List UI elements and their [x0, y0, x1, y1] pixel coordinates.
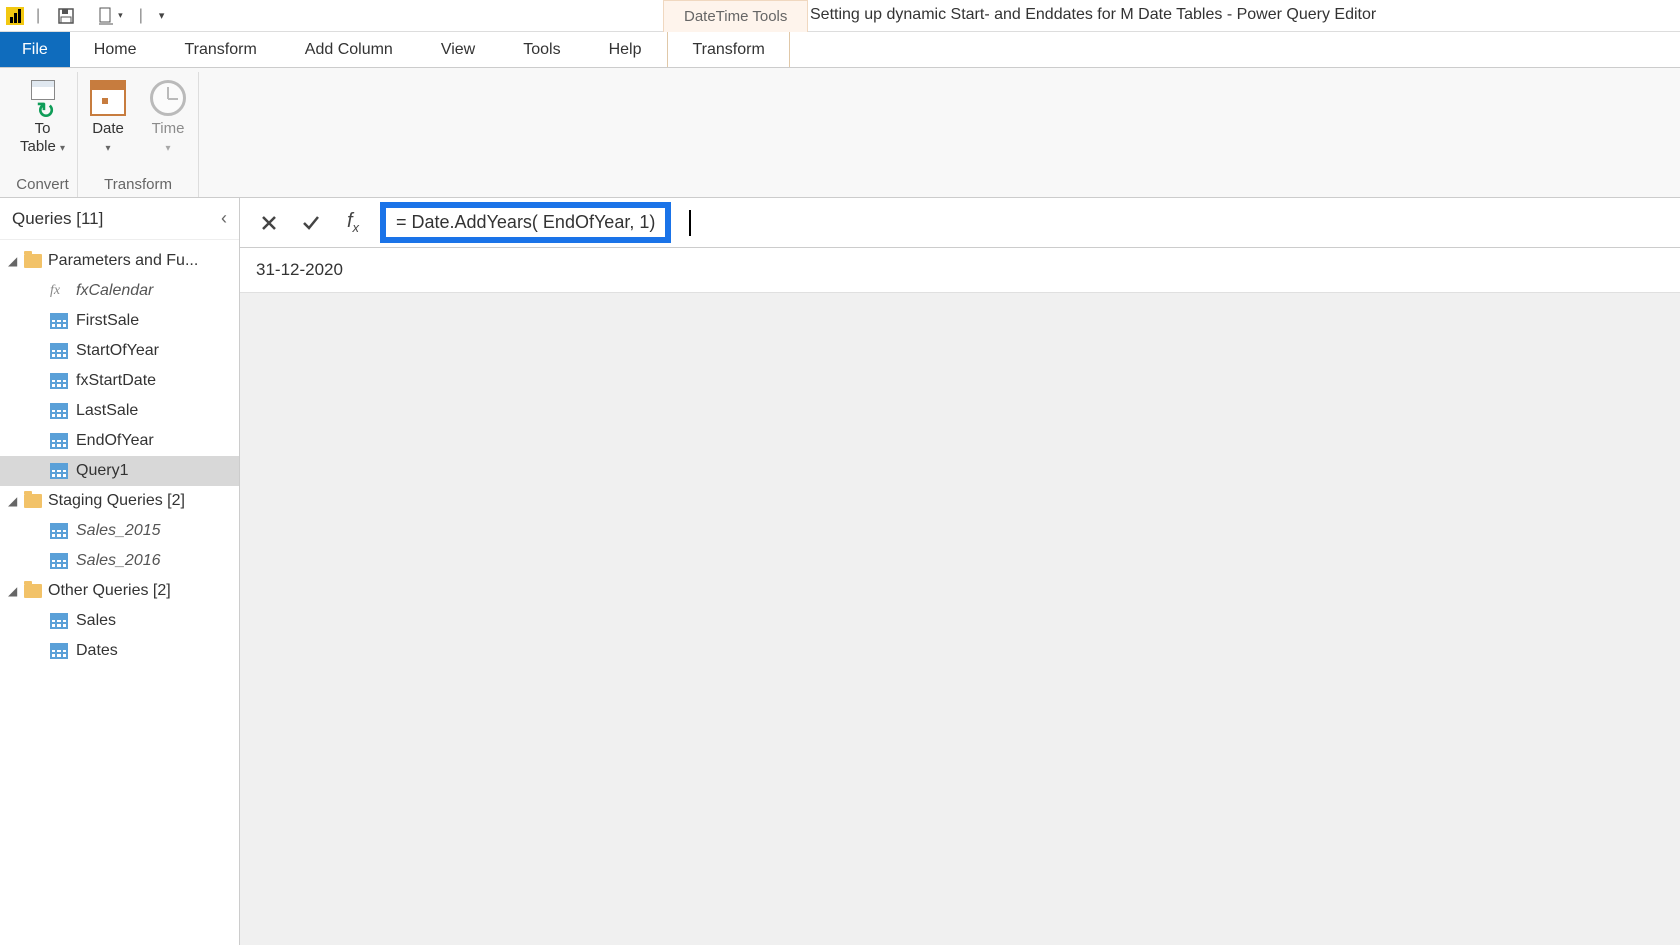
qat-separator: |: [36, 7, 40, 25]
table-icon: [50, 613, 68, 629]
save-icon: [56, 6, 76, 26]
tab-contextual-transform[interactable]: Transform: [667, 32, 789, 67]
date-label: Date▾: [92, 120, 124, 156]
accept-formula-button[interactable]: [290, 203, 332, 243]
fx-button[interactable]: fx: [332, 203, 374, 243]
table-icon: [50, 403, 68, 419]
tab-add-column[interactable]: Add Column: [281, 32, 417, 67]
queries-tree: ◢ Parameters and Fu... fx fxCalendar Fir…: [0, 240, 239, 672]
query-label: fxStartDate: [76, 372, 156, 390]
tab-tools[interactable]: Tools: [499, 32, 584, 67]
query-item-dates[interactable]: Dates: [0, 636, 239, 666]
document-icon: [96, 6, 116, 26]
to-table-icon: ↻: [25, 80, 61, 116]
query-label: Sales: [76, 612, 116, 630]
expand-icon: ◢: [8, 584, 17, 598]
check-icon: [300, 212, 322, 234]
query-label: LastSale: [76, 402, 138, 420]
query-item-firstsale[interactable]: FirstSale: [0, 306, 239, 336]
queries-header: Queries [11] ‹: [0, 198, 239, 240]
query-label: Dates: [76, 642, 118, 660]
collapse-panel-button[interactable]: ‹: [221, 208, 227, 229]
queries-title: Queries [11]: [12, 209, 103, 229]
to-table-button[interactable]: ↻ To Table ▾: [16, 76, 69, 160]
contextual-tab-header: DateTime Tools: [663, 0, 808, 32]
table-icon: [50, 463, 68, 479]
query-item-sales2015[interactable]: Sales_2015: [0, 516, 239, 546]
titlebar: | ▾ | ▾ DateTime Tools Setting up dynami…: [0, 0, 1680, 32]
qat-dropdown[interactable]: ▾: [92, 4, 127, 28]
ribbon: ↻ To Table ▾ Convert Date▾ Time▾ Transfo…: [0, 68, 1680, 198]
qat-separator: |: [139, 7, 143, 25]
save-button[interactable]: [52, 4, 80, 28]
query-item-lastsale[interactable]: LastSale: [0, 396, 239, 426]
result-value: 31-12-2020: [240, 248, 1680, 293]
tab-transform[interactable]: Transform: [160, 32, 280, 67]
tab-view[interactable]: View: [417, 32, 499, 67]
app-icon: [6, 7, 24, 25]
formula-bar: fx = Date.AddYears( EndOfYear, 1): [240, 198, 1680, 248]
query-label: fxCalendar: [76, 282, 153, 300]
ribbon-group-convert-label: Convert: [16, 172, 69, 197]
formula-input[interactable]: = Date.AddYears( EndOfYear, 1): [374, 202, 1680, 243]
main-area: Queries [11] ‹ ◢ Parameters and Fu... fx…: [0, 198, 1680, 945]
table-icon: [50, 343, 68, 359]
query-item-endofyear[interactable]: EndOfYear: [0, 426, 239, 456]
ribbon-group-transform: Date▾ Time▾ Transform: [78, 72, 199, 197]
table-icon: [50, 373, 68, 389]
table-icon: [50, 643, 68, 659]
folder-icon: [24, 494, 42, 508]
query-label: Sales_2016: [76, 552, 161, 570]
ribbon-tabs: File Home Transform Add Column View Tool…: [0, 32, 1680, 68]
time-icon: [150, 80, 186, 116]
query-label: StartOfYear: [76, 342, 159, 360]
query-item-sales[interactable]: Sales: [0, 606, 239, 636]
tab-help[interactable]: Help: [585, 32, 666, 67]
queries-panel: Queries [11] ‹ ◢ Parameters and Fu... fx…: [0, 198, 240, 945]
query-item-fxcalendar[interactable]: fx fxCalendar: [0, 276, 239, 306]
tab-file[interactable]: File: [0, 32, 70, 67]
expand-icon: ◢: [8, 254, 17, 268]
formula-highlight: = Date.AddYears( EndOfYear, 1): [380, 202, 671, 243]
group-label: Parameters and Fu...: [48, 252, 198, 270]
ribbon-group-convert: ↻ To Table ▾ Convert: [8, 72, 78, 197]
group-label: Other Queries [2]: [48, 582, 171, 600]
query-item-sales2016[interactable]: Sales_2016: [0, 546, 239, 576]
fx-icon: fx: [50, 283, 68, 299]
fx-icon: fx: [347, 210, 359, 235]
query-item-fxstartdate[interactable]: fxStartDate: [0, 366, 239, 396]
query-item-query1[interactable]: Query1: [0, 456, 239, 486]
query-label: Query1: [76, 462, 128, 480]
expand-icon: ◢: [8, 494, 17, 508]
query-item-startofyear[interactable]: StartOfYear: [0, 336, 239, 366]
query-group-staging[interactable]: ◢ Staging Queries [2]: [0, 486, 239, 516]
folder-icon: [24, 584, 42, 598]
tab-home[interactable]: Home: [70, 32, 161, 67]
group-label: Staging Queries [2]: [48, 492, 185, 510]
table-icon: [50, 553, 68, 569]
date-button[interactable]: Date▾: [86, 76, 130, 160]
query-label: FirstSale: [76, 312, 139, 330]
date-icon: [90, 80, 126, 116]
query-label: Sales_2015: [76, 522, 161, 540]
time-button[interactable]: Time▾: [146, 76, 190, 160]
table-icon: [50, 313, 68, 329]
formula-text: = Date.AddYears( EndOfYear, 1): [396, 212, 655, 232]
qat-customize[interactable]: ▾: [155, 7, 169, 24]
folder-icon: [24, 254, 42, 268]
query-group-other[interactable]: ◢ Other Queries [2]: [0, 576, 239, 606]
text-cursor: [689, 210, 691, 236]
query-group-parameters[interactable]: ◢ Parameters and Fu...: [0, 246, 239, 276]
query-label: EndOfYear: [76, 432, 154, 450]
table-icon: [50, 433, 68, 449]
window-title: Setting up dynamic Start- and Enddates f…: [810, 6, 1376, 24]
ribbon-group-transform-label: Transform: [104, 172, 172, 197]
close-icon: [259, 213, 279, 233]
to-table-label: To Table ▾: [20, 120, 65, 156]
content-area: fx = Date.AddYears( EndOfYear, 1) 31-12-…: [240, 198, 1680, 945]
cancel-formula-button[interactable]: [248, 203, 290, 243]
table-icon: [50, 523, 68, 539]
time-label: Time▾: [152, 120, 185, 156]
